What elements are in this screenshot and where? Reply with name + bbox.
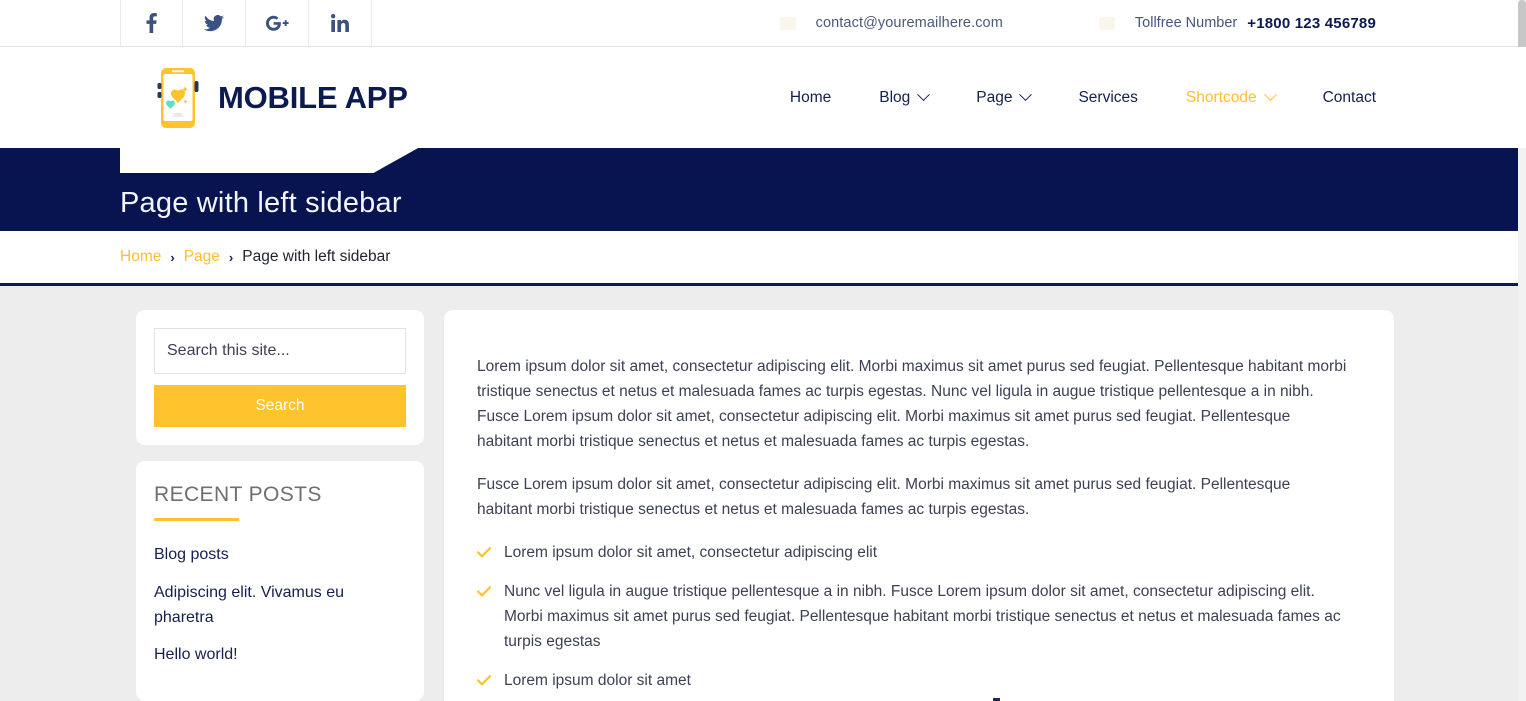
page-body: Search RECENT POSTS Blog posts Adipiscin… xyxy=(0,286,1526,701)
title-underline xyxy=(154,518,239,521)
tollfree-number: +1800 123 456789 xyxy=(1247,14,1376,32)
chevron-down-icon xyxy=(1263,88,1277,102)
tollfree-label: Tollfree Number xyxy=(1134,15,1238,31)
nav-item-shortcode[interactable]: Shortcode xyxy=(1185,88,1277,107)
chevron-down-icon xyxy=(917,88,931,102)
nav-item-home[interactable]: Home xyxy=(790,89,831,107)
recent-post-link[interactable]: Blog posts xyxy=(154,546,229,563)
envelope-icon xyxy=(779,16,796,30)
nav-label: Blog xyxy=(879,88,911,106)
email-block[interactable]: contact@youremailhere.com xyxy=(779,0,1003,47)
content-paragraph: Lorem ipsum dolor sit amet, consectetur … xyxy=(477,358,1347,450)
breadcrumb-item-home[interactable]: Home xyxy=(120,248,161,266)
contact-email: contact@youremailhere.com xyxy=(815,15,1003,31)
recent-posts-widget: RECENT POSTS Blog posts Adipiscing elit.… xyxy=(136,461,424,701)
check-icon xyxy=(476,545,492,563)
main-navigation: Home Blog Page Services Shortcode Contac… xyxy=(790,88,1376,107)
list-item: Lorem ipsum dolor sit amet, consectetur … xyxy=(476,540,1348,565)
social-links xyxy=(120,0,372,46)
twitter-icon[interactable] xyxy=(183,0,246,46)
list-item: Lorem ipsum dolor sit amet xyxy=(476,668,1348,693)
breadcrumb: Home › Page › Page with left sidebar xyxy=(0,231,1526,286)
check-item-text: Lorem ipsum dolor sit amet xyxy=(504,672,691,689)
recent-posts-list: Blog posts Adipiscing elit. Vivamus eu p… xyxy=(154,543,406,668)
top-bar: contact@youremailhere.com Tollfree Numbe… xyxy=(0,0,1526,47)
nav-label: Contact xyxy=(1322,88,1376,106)
breadcrumb-item-current: Page with left sidebar xyxy=(242,248,391,265)
checkmark-list: Lorem ipsum dolor sit amet, consectetur … xyxy=(476,540,1348,693)
search-widget: Search xyxy=(136,310,424,445)
site-header: MOBILE APP Home Blog Page Services Short… xyxy=(0,47,1526,148)
breadcrumb-separator-icon: › xyxy=(228,249,234,265)
search-button[interactable]: Search xyxy=(154,385,406,427)
list-item: Hello world! xyxy=(154,643,406,668)
site-logo[interactable]: MOBILE APP xyxy=(155,67,408,129)
recent-post-link[interactable]: Adipiscing elit. Vivamus eu pharetra xyxy=(154,584,344,626)
nav-label: Page xyxy=(976,88,1013,106)
facebook-icon[interactable] xyxy=(120,0,183,46)
mobile-phone-logo-icon xyxy=(157,67,199,128)
nav-label: Home xyxy=(789,88,832,106)
list-item: Adipiscing elit. Vivamus eu pharetra xyxy=(154,581,406,631)
nav-item-services[interactable]: Services xyxy=(1078,89,1137,107)
chevron-down-icon xyxy=(1019,88,1033,102)
recent-post-link[interactable]: Hello world! xyxy=(154,646,238,663)
check-item-text: Lorem ipsum dolor sit amet, consectetur … xyxy=(504,544,878,561)
nav-item-blog[interactable]: Blog xyxy=(879,88,931,107)
logo-text: MOBILE APP xyxy=(218,79,408,115)
check-icon xyxy=(476,673,492,691)
list-item: Blog posts xyxy=(154,543,406,568)
linkedin-icon[interactable] xyxy=(309,0,372,46)
nav-item-page[interactable]: Page xyxy=(976,88,1033,107)
nav-label: Services xyxy=(1078,88,1138,106)
top-bar-contact-info: contact@youremailhere.com Tollfree Numbe… xyxy=(779,0,1376,47)
nav-label: Shortcode xyxy=(1185,88,1257,106)
main-content: Lorem ipsum dolor sit amet, consectetur … xyxy=(444,310,1394,701)
page-banner: Page with left sidebar xyxy=(0,148,1526,231)
phone-icon xyxy=(1098,16,1115,30)
check-icon xyxy=(476,584,492,602)
phone-block[interactable]: Tollfree Number +1800 123 456789 xyxy=(1098,0,1376,47)
breadcrumb-separator-icon: › xyxy=(170,249,175,265)
list-item: Nunc vel ligula in augue tristique pelle… xyxy=(476,579,1348,654)
left-sidebar: Search RECENT POSTS Blog posts Adipiscin… xyxy=(136,310,424,701)
check-item-text: Nunc vel ligula in augue tristique pelle… xyxy=(504,583,1341,650)
page-title: Page with left sidebar xyxy=(120,187,402,219)
nav-item-contact[interactable]: Contact xyxy=(1323,89,1376,107)
content-paragraph: Fusce Lorem ipsum dolor sit amet, consec… xyxy=(477,476,1291,518)
banner-notch-shape xyxy=(120,148,420,173)
recent-posts-title: RECENT POSTS xyxy=(154,483,322,506)
breadcrumb-item-page[interactable]: Page xyxy=(184,248,220,266)
search-input[interactable] xyxy=(154,328,406,374)
google-plus-icon[interactable] xyxy=(246,0,309,46)
